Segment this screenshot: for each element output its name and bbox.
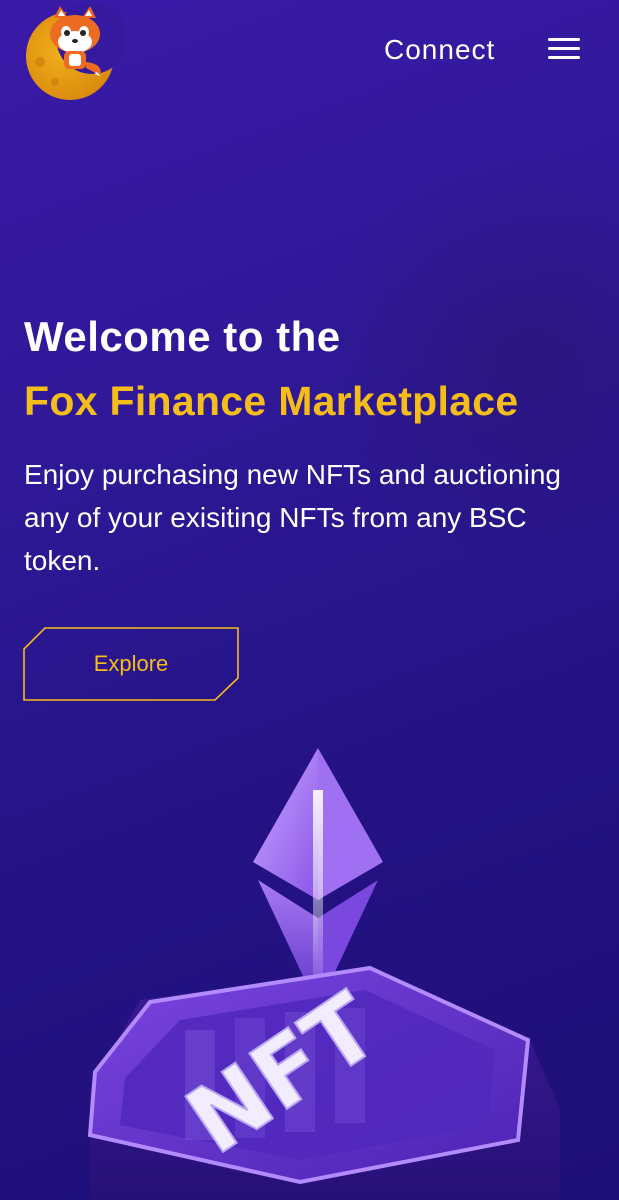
- hero-highlight: Fox Finance Marketplace: [24, 378, 519, 424]
- nft-platform: NFT: [87, 965, 560, 1200]
- hero-title: Welcome to the: [24, 313, 341, 360]
- hero-description: Enjoy purchasing new NFTs and auctioning…: [24, 459, 561, 576]
- nft-illustration: NFT: [0, 740, 619, 1200]
- page: Connect Welcome to the Fox Finance Marke…: [0, 0, 619, 1200]
- hamburger-menu-icon[interactable]: [548, 38, 580, 62]
- explore-button[interactable]: Explore: [23, 627, 239, 701]
- fox-logo-icon[interactable]: [20, 2, 128, 100]
- explore-button-label: Explore: [93, 651, 169, 676]
- connect-button[interactable]: Connect: [384, 34, 495, 66]
- header: Connect: [0, 0, 619, 100]
